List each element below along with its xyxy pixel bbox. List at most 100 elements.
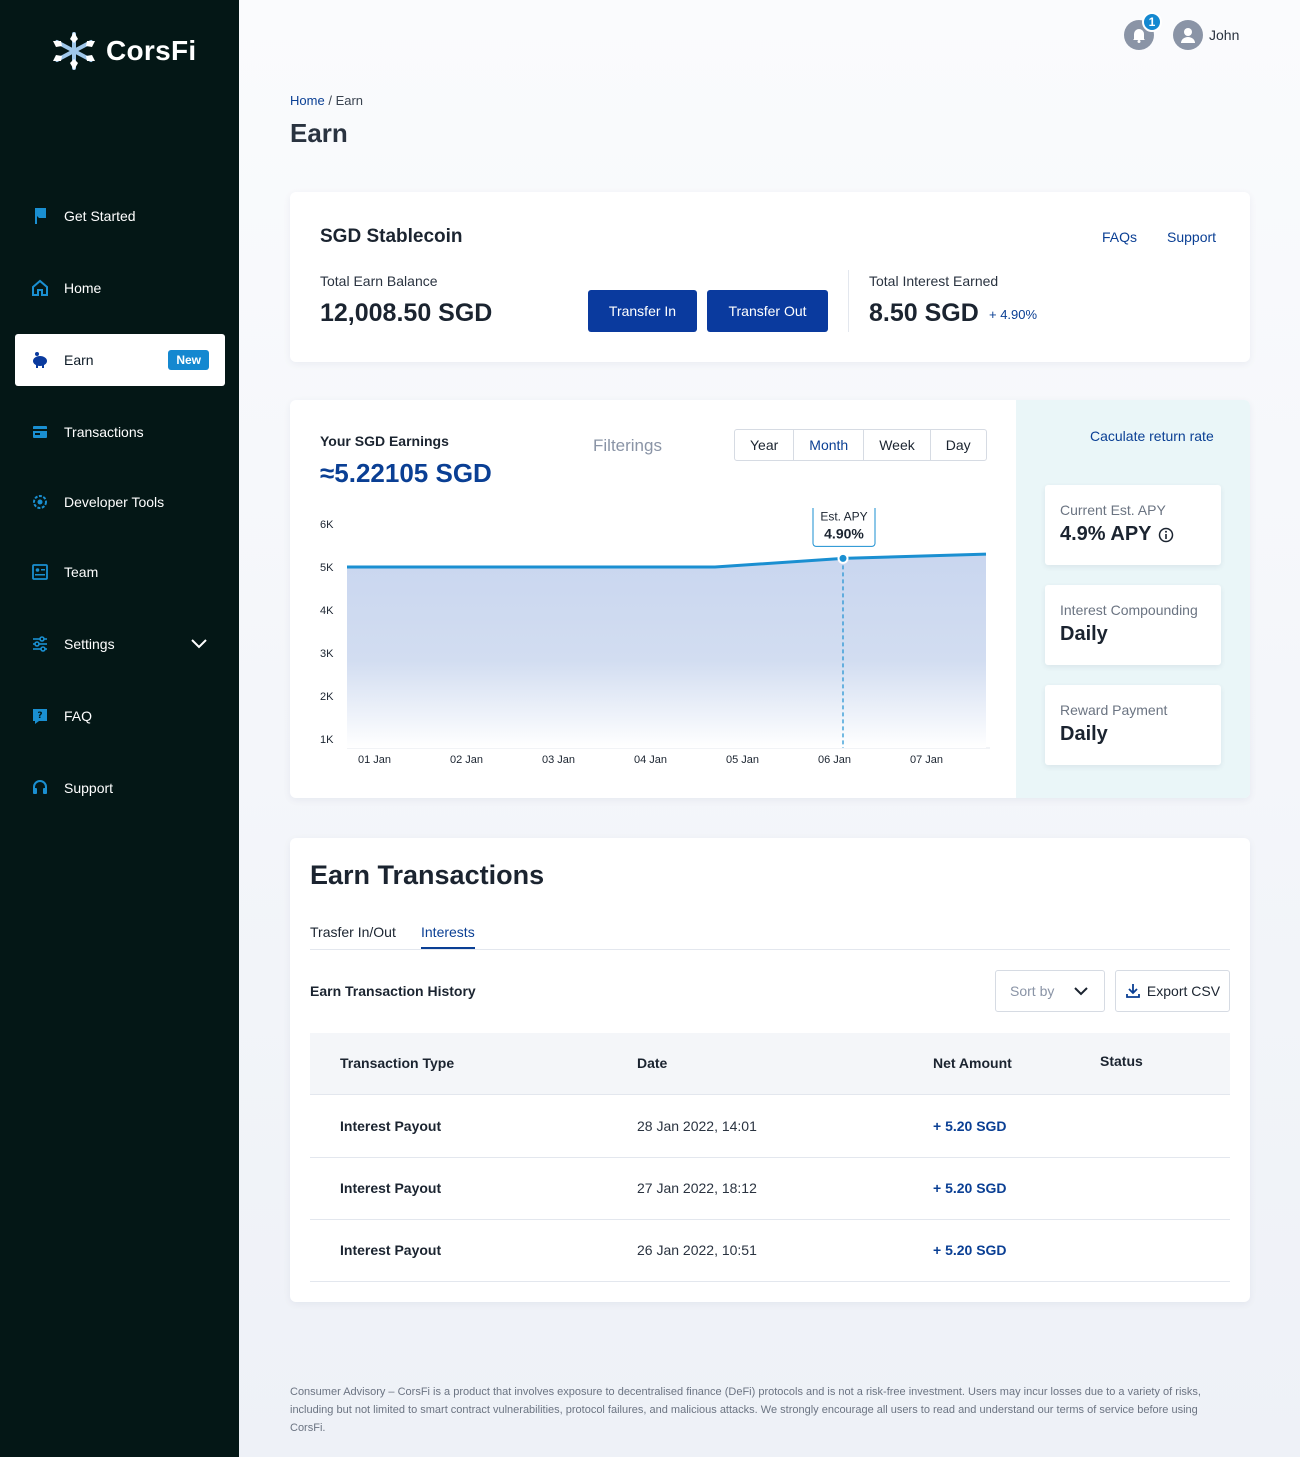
filter-label: Filterings: [593, 436, 662, 455]
earnings-chart: 6K 5K 4K 3K 2K 1K 01 Jan 02 Jan 03 Jan 04 Jan 05 …: [320, 508, 990, 766]
sidebar: CorsFi Get Started Home Earn New Transac…: [0, 0, 239, 1457]
filter-year-button[interactable]: Year: [735, 430, 795, 460]
column-header[interactable]: Status: [1100, 1053, 1143, 1069]
transactions-card: Earn Transactions Trasfer In/Out Interes…: [290, 838, 1250, 1302]
gear-icon: [31, 493, 49, 511]
cell-date: 26 Jan 2022, 10:51: [637, 1242, 757, 1258]
brand-logo[interactable]: CorsFi: [48, 30, 196, 72]
tooltip-value: 4.90%: [824, 525, 864, 541]
sidebar-item-label: Home: [64, 280, 102, 296]
sidebar-item-home[interactable]: Home: [15, 262, 225, 314]
sidebar-item-faq[interactable]: ? FAQ: [15, 690, 225, 742]
home-icon: [31, 279, 49, 297]
stat-apy: Current Est. APY 4.9% APY: [1045, 485, 1221, 565]
cell-amount: + 5.20 SGD: [933, 1180, 1007, 1196]
support-link[interactable]: Support: [1167, 229, 1216, 245]
sidebar-item-label: FAQ: [64, 708, 93, 724]
sort-by-select[interactable]: Sort by: [995, 970, 1105, 1012]
sidebar-item-label: Developer Tools: [64, 494, 165, 510]
faqs-link[interactable]: FAQs: [1102, 229, 1137, 245]
period-filter: Year Month Week Day: [734, 429, 987, 461]
cell-amount: + 5.20 SGD: [933, 1242, 1007, 1258]
cell-type: Interest Payout: [340, 1242, 442, 1258]
y-tick-label: 6K: [320, 519, 334, 531]
highlight-point[interactable]: [837, 552, 849, 564]
breadcrumb-home-link[interactable]: Home: [290, 93, 325, 108]
sidebar-item-get-started[interactable]: Get Started: [15, 190, 225, 242]
notification-count-badge: 1: [1142, 12, 1162, 32]
y-tick-label: 2K: [320, 691, 334, 703]
export-csv-button[interactable]: Export CSV: [1115, 970, 1230, 1012]
x-tick-label: 07 Jan: [910, 754, 943, 766]
cell-type: Interest Payout: [340, 1118, 442, 1134]
main-content: 1 John Home / Earn Earn SGD Stablecoin F…: [239, 0, 1300, 1457]
cell-amount: + 5.20 SGD: [933, 1118, 1007, 1134]
x-tick-label: 06 Jan: [818, 754, 851, 766]
column-header[interactable]: Transaction Type: [340, 1055, 454, 1071]
headset-icon: [31, 779, 49, 797]
chevron-down-icon[interactable]: [191, 636, 207, 652]
filter-day-button[interactable]: Day: [931, 430, 986, 460]
stat-label: Reward Payment: [1060, 702, 1168, 718]
table-row[interactable]: Interest Payout 28 Jan 2022, 14:01 + 5.2…: [310, 1096, 1230, 1158]
sort-by-placeholder: Sort by: [1010, 983, 1055, 999]
x-tick-label: 03 Jan: [542, 754, 575, 766]
tooltip-title: Est. APY: [820, 509, 867, 523]
question-icon: ?: [31, 707, 49, 725]
notifications-button[interactable]: 1: [1124, 12, 1162, 50]
sidebar-item-team[interactable]: Team: [15, 546, 225, 598]
transactions-tabs: Trasfer In/Out Interests: [310, 924, 1230, 950]
stat-label: Interest Compounding: [1060, 602, 1198, 618]
x-tick-label: 04 Jan: [634, 754, 667, 766]
table-row[interactable]: Interest Payout 26 Jan 2022, 10:51 + 5.2…: [310, 1220, 1230, 1282]
interest-change: + 4.90%: [989, 307, 1038, 322]
transfer-out-button[interactable]: Transfer Out: [707, 290, 828, 332]
user-icon: [1181, 28, 1195, 43]
x-tick-label: 01 Jan: [358, 754, 391, 766]
filter-week-button[interactable]: Week: [864, 430, 931, 460]
stat-value: 4.9% APY: [1060, 523, 1152, 545]
page-title: Earn: [290, 118, 348, 148]
sidebar-item-label: Earn: [64, 352, 94, 368]
chevron-down-icon: [1074, 986, 1088, 995]
breadcrumb-current: Earn: [335, 93, 364, 108]
breadcrumb-separator: /: [328, 93, 332, 108]
sidebar-item-label: Team: [64, 564, 99, 580]
divider: [848, 270, 849, 332]
interest-value: 8.50 SGD: [869, 299, 979, 327]
sidebar-item-support[interactable]: Support: [15, 762, 225, 814]
sidebar-item-label: Settings: [64, 636, 115, 652]
transfer-in-button[interactable]: Transfer In: [588, 290, 697, 332]
avatar[interactable]: [1173, 20, 1203, 50]
calculate-return-link[interactable]: Caculate return rate: [1090, 428, 1214, 444]
flag-icon: [31, 207, 49, 225]
tab-interests[interactable]: Interests: [421, 924, 475, 949]
stat-reward-payment: Reward Payment Daily: [1045, 685, 1221, 765]
column-header[interactable]: Date: [637, 1055, 667, 1071]
piggy-bank-icon: [31, 351, 49, 369]
consumer-advisory: Consumer Advisory – CorsFi is a product …: [290, 1386, 1201, 1434]
username[interactable]: John: [1209, 27, 1239, 43]
stablecoin-title: SGD Stablecoin: [320, 226, 463, 247]
stablecoin-card: SGD Stablecoin FAQs Support Total Earn B…: [290, 192, 1250, 362]
stat-compounding: Interest Compounding Daily: [1045, 585, 1221, 665]
sidebar-item-settings[interactable]: Settings: [15, 618, 225, 670]
sidebar-item-label: Support: [64, 780, 114, 796]
sidebar-item-developer-tools[interactable]: Developer Tools: [15, 476, 225, 528]
y-tick-label: 5K: [320, 562, 334, 574]
sidebar-item-earn[interactable]: Earn New: [15, 334, 225, 386]
info-icon[interactable]: [1158, 527, 1174, 543]
snowflake-logo-icon: [53, 32, 95, 70]
tab-transfer[interactable]: Trasfer In/Out: [310, 924, 396, 947]
sidebar-item-label: Transactions: [64, 424, 144, 440]
filter-month-button[interactable]: Month: [794, 430, 865, 460]
id-card-icon: [31, 563, 49, 581]
table-row[interactable]: Interest Payout 27 Jan 2022, 18:12 + 5.2…: [310, 1158, 1230, 1220]
apy-tooltip: Est. APY 4.90%: [812, 508, 876, 547]
column-header[interactable]: Net Amount: [933, 1055, 1012, 1071]
cell-type: Interest Payout: [340, 1180, 442, 1196]
history-label: Earn Transaction History: [310, 983, 476, 999]
sidebar-item-transactions[interactable]: Transactions: [15, 406, 225, 458]
balance-value: 12,008.50 SGD: [320, 299, 493, 327]
download-icon: [1126, 984, 1140, 998]
